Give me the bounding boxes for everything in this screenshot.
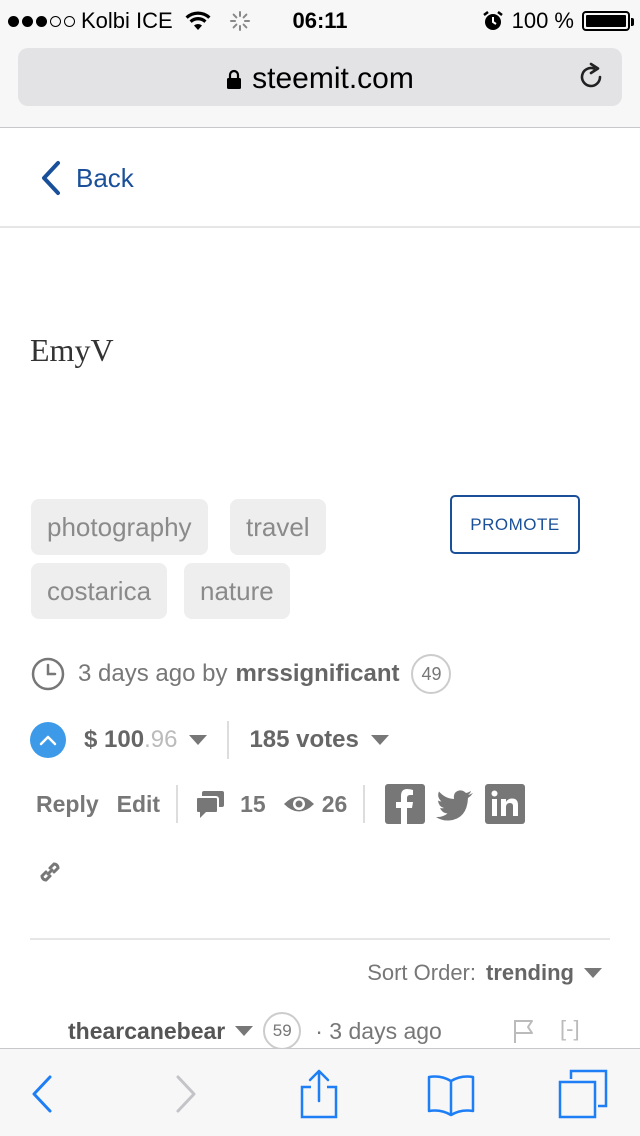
post-title: EmyV (30, 332, 114, 368)
chevron-down-icon[interactable] (235, 1026, 254, 1036)
vote-row: $ 100.96 185 votes (30, 718, 389, 762)
edit-link[interactable]: Edit (117, 791, 160, 818)
browser-toolbar (0, 1048, 640, 1136)
url-text: steemit.com (252, 62, 414, 95)
back-label: Back (76, 162, 134, 193)
reply-link[interactable]: Reply (36, 791, 99, 818)
tag-photography[interactable]: photography (31, 499, 208, 555)
payout-amount[interactable]: $ 100.96 (84, 726, 177, 754)
chevron-left-icon (42, 161, 60, 195)
comment-time: · 3 days ago (315, 1017, 442, 1044)
comment-header: thearcanebear 59 · 3 days ago [-] (68, 1012, 608, 1050)
reload-icon[interactable] (576, 62, 606, 92)
post-actions: Reply Edit 15 26 (36, 782, 535, 826)
battery-group: 100 % (482, 8, 634, 34)
votes-count[interactable]: 185 votes (249, 726, 358, 754)
comments-count: 15 (240, 790, 266, 817)
section-divider (30, 938, 610, 940)
divider (363, 785, 366, 823)
alarm-icon (482, 11, 503, 30)
tabs-icon[interactable] (558, 1069, 608, 1119)
promote-button[interactable]: PROMOTE (450, 495, 580, 554)
link-icon[interactable] (36, 858, 64, 886)
flag-icon[interactable] (512, 1018, 536, 1044)
sort-value[interactable]: trending (486, 960, 574, 986)
author-reputation-badge: 49 (411, 654, 452, 694)
comment-icon[interactable] (194, 788, 226, 820)
tag-travel[interactable]: travel (230, 499, 326, 555)
upvote-icon (39, 735, 57, 746)
payout-currency: $ (84, 726, 98, 753)
chevron-down-icon[interactable] (370, 735, 389, 745)
linkedin-icon[interactable] (485, 784, 526, 824)
status-bar: Kolbi ICE 06:11 100 % (0, 0, 640, 40)
views-count: 26 (321, 790, 348, 817)
comment-author-reputation-badge: 59 (263, 1012, 302, 1050)
tag-costarica[interactable]: costarica (31, 563, 168, 619)
collapse-button[interactable]: [-] (560, 1016, 580, 1042)
battery-percent: 100 % (511, 8, 574, 33)
chevron-down-icon[interactable] (584, 968, 602, 978)
upvote-button[interactable] (30, 722, 66, 758)
payout-dollars: 100 (104, 726, 145, 753)
page-header: Back (0, 128, 640, 228)
comment-author[interactable]: thearcanebear (68, 1018, 225, 1045)
facebook-icon[interactable] (385, 784, 426, 824)
back-arrow-icon[interactable] (18, 1069, 68, 1119)
divider (227, 721, 230, 759)
chevron-down-icon[interactable] (189, 735, 208, 745)
clock-icon (31, 657, 65, 691)
browser-chrome: steemit.com (0, 40, 640, 128)
bookmarks-icon[interactable] (426, 1069, 476, 1119)
lock-icon (227, 69, 242, 89)
sort-label: Sort Order: (367, 960, 476, 985)
divider (176, 785, 179, 823)
share-icon[interactable] (294, 1069, 344, 1119)
post-time: 3 days ago by (78, 660, 228, 687)
eye-icon (283, 796, 314, 812)
back-button[interactable]: Back (40, 160, 134, 196)
twitter-icon[interactable] (435, 784, 475, 824)
battery-icon (582, 11, 634, 31)
post-author[interactable]: mrssignificant (235, 660, 399, 688)
forward-arrow-icon[interactable] (160, 1069, 210, 1119)
sort-order[interactable]: Sort Order: trending (367, 960, 602, 986)
payout-cents: .96 (144, 726, 178, 753)
post-meta: 3 days ago by mrssignificant 49 (30, 652, 452, 696)
tag-nature[interactable]: nature (184, 563, 290, 619)
address-bar[interactable]: steemit.com (18, 48, 622, 106)
